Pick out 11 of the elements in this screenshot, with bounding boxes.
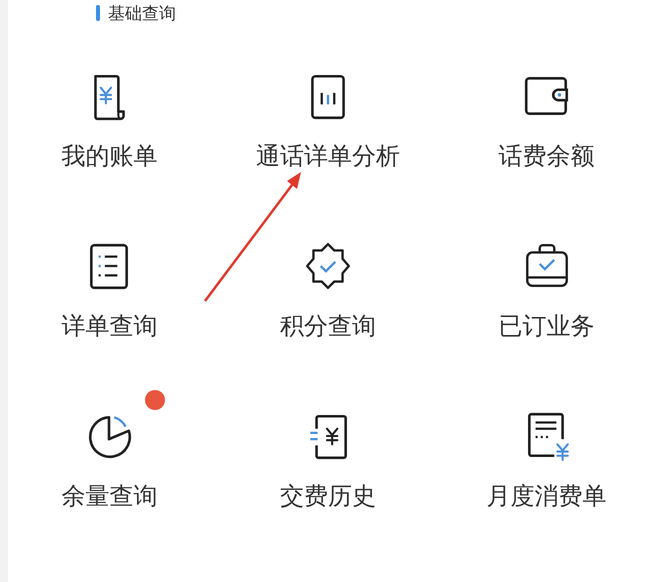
section-marker bbox=[96, 5, 100, 21]
menu-item-label[interactable]: 交费历史 bbox=[280, 480, 376, 512]
menu-item-label[interactable]: 已订业务 bbox=[498, 310, 595, 342]
menu-item-label[interactable]: 积分查询 bbox=[280, 310, 376, 342]
menu-item-label[interactable]: 我的账单 bbox=[61, 140, 158, 172]
menu-item-label[interactable]: 通话详单分析 bbox=[256, 140, 400, 172]
section-title: 基础查询 bbox=[108, 2, 176, 24]
menu-item-label[interactable]: 余量查询 bbox=[61, 480, 158, 512]
menu-item-label[interactable]: 月度消费单 bbox=[486, 480, 607, 512]
menu-item-label[interactable]: 详单查询 bbox=[61, 310, 158, 342]
menu-item-label[interactable]: 话费余额 bbox=[498, 140, 595, 172]
